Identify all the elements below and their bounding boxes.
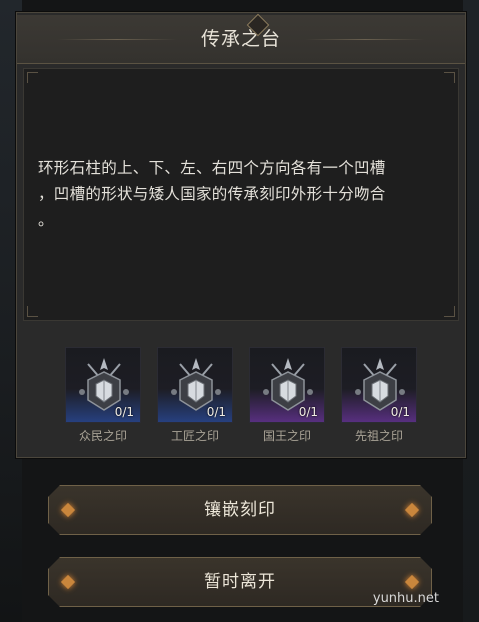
- seal-slots: 0/1 众民之印 0/1 工匠之印 0/1 国王之印 0/1 先祖之印: [65, 347, 425, 447]
- inlay-seal-button[interactable]: 镶嵌刻印: [48, 485, 432, 535]
- watermark: yunhu.net: [372, 591, 439, 606]
- seal-name: 先祖之印: [354, 429, 403, 443]
- seal-frame: 0/1: [249, 347, 325, 423]
- inlay-seal-label: 镶嵌刻印: [204, 500, 276, 520]
- seal-name: 国王之印: [262, 429, 311, 443]
- seal-count: 0/1: [206, 405, 226, 419]
- corner-ornament: [27, 306, 38, 317]
- corner-ornament: [27, 72, 38, 83]
- seal-slot-king[interactable]: 0/1 国王之印: [249, 347, 325, 447]
- seal-count: 0/1: [298, 405, 318, 419]
- seal-frame: 0/1: [157, 347, 233, 423]
- seal-count: 0/1: [390, 405, 410, 419]
- description-line: ，凹槽的形状与矮人国家的传承刻印外形十分吻合: [38, 185, 386, 203]
- seal-name: 工匠之印: [170, 429, 219, 443]
- corner-ornament: [444, 306, 455, 317]
- inheritance-dialog: 传承之台 环形石柱的上、下、左、右四个方向各有一个凹槽 ，凹槽的形状与矮人国家的…: [16, 12, 466, 458]
- seal-count: 0/1: [114, 405, 134, 419]
- seal-name: 众民之印: [78, 429, 127, 443]
- seal-slot-commoners[interactable]: 0/1 众民之印: [65, 347, 141, 447]
- description-line: 。: [38, 211, 54, 229]
- description-box: 环形石柱的上、下、左、右四个方向各有一个凹槽 ，凹槽的形状与矮人国家的传承刻印外…: [23, 68, 459, 321]
- description-line: 环形石柱的上、下、左、右四个方向各有一个凹槽: [38, 159, 386, 177]
- seal-slot-craftsman[interactable]: 0/1 工匠之印: [157, 347, 233, 447]
- seal-slot-ancestor[interactable]: 0/1 先祖之印: [341, 347, 417, 447]
- corner-ornament: [444, 72, 455, 83]
- dialog-title-bar: 传承之台: [17, 15, 465, 64]
- dialog-title: 传承之台: [200, 28, 281, 50]
- seal-frame: 0/1: [341, 347, 417, 423]
- description-text: 环形石柱的上、下、左、右四个方向各有一个凹槽 ，凹槽的形状与矮人国家的传承刻印外…: [38, 155, 454, 233]
- seal-frame: 0/1: [65, 347, 141, 423]
